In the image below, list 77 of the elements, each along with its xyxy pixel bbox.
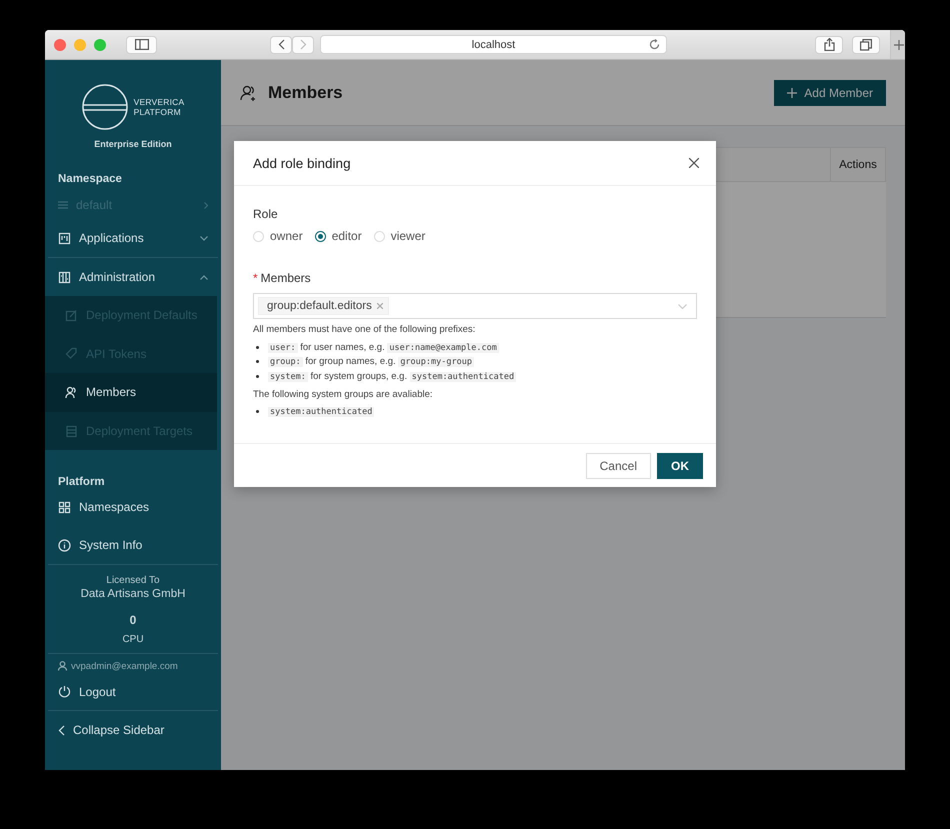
logo-text: PLATFORM [134, 107, 182, 117]
sidebar-item[interactable]: Namespaces [45, 488, 221, 526]
section-label: Namespace [57, 173, 123, 185]
user-email: vvpadmin@example.com [71, 660, 178, 672]
help-text: user: for user names, e.g. user:name@example.com [268, 342, 499, 353]
sidebar-item[interactable]: System Info [45, 526, 221, 564]
help-text: group: for group names, e.g. group:my-group [268, 356, 474, 368]
people-icon [65, 386, 78, 399]
user-icon [58, 661, 67, 672]
menu-icon [58, 201, 68, 209]
members-select[interactable]: group:default.editors [253, 293, 697, 319]
plus-icon [894, 40, 904, 50]
dialog-title: Add role binding [253, 156, 351, 170]
help-text: system:authenticated [268, 406, 374, 418]
close-icon [689, 158, 699, 168]
license-holder: Data Artisans GmbH [80, 588, 186, 600]
info-icon [58, 538, 71, 552]
share-button[interactable] [815, 36, 843, 54]
logo-icon [82, 84, 128, 130]
column-header: Actions [830, 148, 885, 181]
panel-icon [58, 270, 71, 284]
bullet-icon [256, 360, 259, 364]
close-button[interactable] [689, 158, 699, 168]
sidebar-item[interactable]: Applications [45, 219, 221, 257]
grid-icon [58, 500, 71, 514]
chevron-right-icon [300, 39, 306, 50]
logo-text: VERVERICA [134, 97, 184, 107]
tabs-icon [860, 38, 872, 50]
share-icon [824, 38, 834, 51]
help-text: system: for system groups, e.g. system:authenticated [268, 370, 516, 382]
chevron-down-icon [200, 236, 208, 240]
remove-icon [376, 303, 383, 309]
field-label: Members [260, 271, 311, 285]
back-button[interactable] [270, 36, 292, 54]
chevron-left-icon [278, 39, 284, 50]
board-icon [58, 232, 71, 244]
help-text: All members must have one of the following prefixes: [253, 324, 476, 335]
logout-button[interactable]: Logout [45, 673, 221, 710]
page-title: Members [268, 82, 343, 102]
bullet-icon [256, 374, 259, 378]
chevron-down-icon [678, 304, 687, 308]
plus-icon [787, 88, 798, 98]
tag-text: group:default.editors [267, 300, 372, 312]
address-field[interactable]: localhost [320, 35, 667, 54]
collapse-sidebar-button[interactable]: Collapse Sidebar [45, 711, 221, 750]
cpu-value: 0 [128, 613, 138, 628]
radio-option[interactable]: viewer [374, 229, 426, 243]
chevron-right-icon [204, 202, 208, 208]
radio-option[interactable]: editor [314, 229, 362, 243]
bullet-icon [256, 410, 259, 414]
bullet-icon [256, 346, 259, 349]
power-icon [58, 685, 71, 698]
help-text: The following system groups are avaliable: [253, 388, 434, 400]
section-label: Platform [57, 476, 106, 488]
people-icon [240, 84, 258, 102]
license-label: Licensed To [105, 575, 161, 586]
address-text: localhost [472, 38, 516, 50]
chevron-up-icon [200, 274, 208, 280]
radio-option[interactable]: owner [253, 229, 303, 243]
ok-button[interactable]: OK [657, 453, 703, 479]
cancel-button[interactable]: Cancel [586, 453, 651, 479]
chevron-left-icon [58, 724, 65, 736]
field-label: Role [253, 207, 279, 221]
sidebar-item[interactable]: Administration [45, 258, 221, 296]
tabs-button[interactable] [852, 36, 880, 54]
cpu-label: CPU [121, 634, 145, 646]
new-tab-button[interactable] [890, 30, 905, 59]
sidebar-icon [134, 39, 148, 50]
reload-icon [649, 39, 660, 50]
sidebar-toggle-button[interactable] [126, 36, 157, 54]
edition-label: Enterprise Edition [93, 139, 173, 149]
submenu-item[interactable]: Members [45, 373, 217, 412]
add-member-button[interactable]: Add Member [774, 80, 886, 106]
tag-icon [65, 347, 78, 360]
edit-icon [65, 308, 78, 322]
required-mark: * [253, 271, 258, 285]
list-icon [65, 424, 78, 438]
